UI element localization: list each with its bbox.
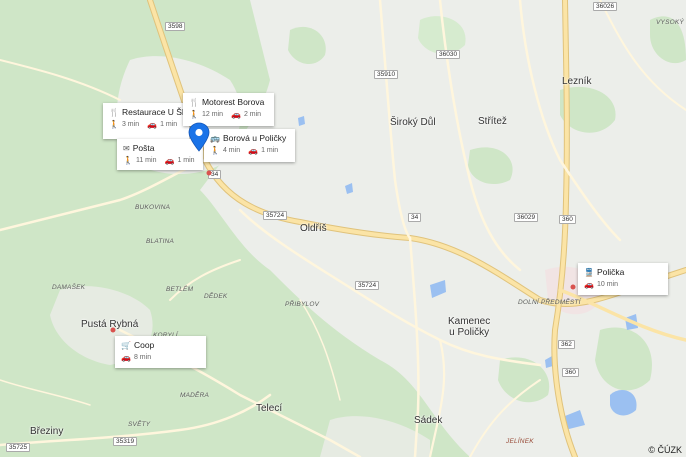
poi-marker-icon: [206, 170, 212, 176]
bus-icon: 🚌: [210, 134, 220, 143]
town-label: Kamenec u Poličky: [448, 316, 491, 338]
car-icon: 🚗: [147, 120, 158, 129]
drive-time: 2 min: [243, 111, 262, 118]
restaurant-icon: 🍴: [109, 108, 119, 117]
locality-label: BETLÉM: [166, 286, 194, 293]
location-pin-icon[interactable]: [188, 122, 210, 152]
shopping-cart-icon: 🛒: [121, 341, 131, 350]
town-label: Široký Důl: [390, 117, 436, 128]
locality-label: VYSOKÝ LES: [656, 19, 686, 26]
post-office-icon: ✉: [123, 144, 130, 153]
road-shield: 35319: [113, 437, 138, 446]
walk-icon: 🚶: [189, 110, 199, 119]
town-label: Sádek: [414, 415, 443, 426]
map-copyright: © ČÚZK: [648, 445, 682, 455]
locality-label: PŘIBYLOV: [285, 301, 320, 308]
poi-title: Restaurace U Ško...: [121, 107, 183, 117]
drive-time: 1 min: [261, 147, 279, 154]
poi-card-coop[interactable]: 🛒 Coop 🚗 8 min: [115, 336, 206, 368]
car-icon: 🚗: [164, 156, 175, 165]
town-label: Telecí: [256, 403, 283, 414]
map-base: [0, 0, 686, 457]
road-shield: 362: [558, 340, 575, 349]
walk-time: 11 min: [135, 157, 157, 164]
town-label: Březiny: [30, 426, 64, 437]
road-shield: 36029: [514, 213, 539, 222]
town-label: Lezník: [562, 76, 592, 87]
poi-title: Coop: [133, 340, 155, 350]
walk-icon: 🚶: [109, 120, 119, 129]
poi-marker-icon: [110, 327, 116, 333]
locality-label: DAMAŠEK: [52, 284, 86, 291]
locality-label: BUKOVINA: [135, 204, 171, 211]
road-shield: 36030: [436, 50, 461, 59]
car-icon: 🚗: [248, 146, 259, 155]
road-shield: 34: [408, 213, 422, 222]
walk-icon: 🚶: [210, 146, 220, 155]
walk-time: 4 min: [222, 147, 241, 154]
walk-time: 12 min: [201, 111, 223, 118]
poi-card-restaurace[interactable]: 🍴Restaurace U Ško... 🚶3 min 🚗1 min: [103, 103, 189, 139]
locality-label: BLATINA: [146, 238, 175, 245]
car-icon: 🚗: [584, 280, 594, 289]
road-shield: 35910: [374, 70, 399, 79]
road-shield: 35725: [6, 443, 31, 452]
road-shield: 35724: [263, 211, 288, 220]
town-label: Oldříš: [300, 223, 327, 234]
poi-title: Polička: [596, 267, 625, 277]
map-canvas[interactable]: 3598 36026 36030 35910 35724 34 36029 36…: [0, 0, 686, 457]
drive-time: 8 min: [133, 354, 152, 361]
drive-time: 1 min: [160, 121, 178, 128]
locality-label: DOLNÍ PŘEDMĚSTÍ: [518, 299, 581, 306]
poi-card-policka[interactable]: 🚆 Polička 🚗 10 min: [578, 263, 668, 295]
locality-label: JELÍNEK: [506, 438, 534, 445]
poi-card-borova-stop[interactable]: 🚌 Borová u Poličky 🚶 4 min 🚗 1 min: [204, 129, 295, 162]
road-shield: 36026: [593, 2, 618, 11]
car-icon: 🚗: [230, 110, 241, 119]
car-icon: 🚗: [121, 353, 131, 362]
road-shield: 360: [559, 215, 576, 224]
walk-time: 3 min: [121, 121, 140, 128]
restaurant-icon: 🍴: [189, 98, 199, 107]
locality-label: MADĚRA: [180, 392, 210, 399]
poi-title: Motorest Borova: [201, 97, 265, 107]
poi-marker-icon: [570, 284, 576, 290]
road-shield: 3598: [165, 22, 186, 31]
walk-icon: 🚶: [123, 156, 133, 165]
poi-title: Borová u Poličky: [222, 133, 287, 143]
locality-label: SVĚTY: [128, 421, 151, 428]
locality-label: DĚDEK: [204, 293, 228, 300]
drive-time: 1 min: [177, 157, 195, 164]
town-label: Střítež: [478, 116, 507, 127]
road-shield: 35724: [355, 281, 380, 290]
drive-time: 10 min: [596, 281, 618, 288]
poi-title: Pošta: [132, 143, 155, 153]
train-icon: 🚆: [584, 268, 594, 277]
road-shield: 360: [562, 368, 579, 377]
